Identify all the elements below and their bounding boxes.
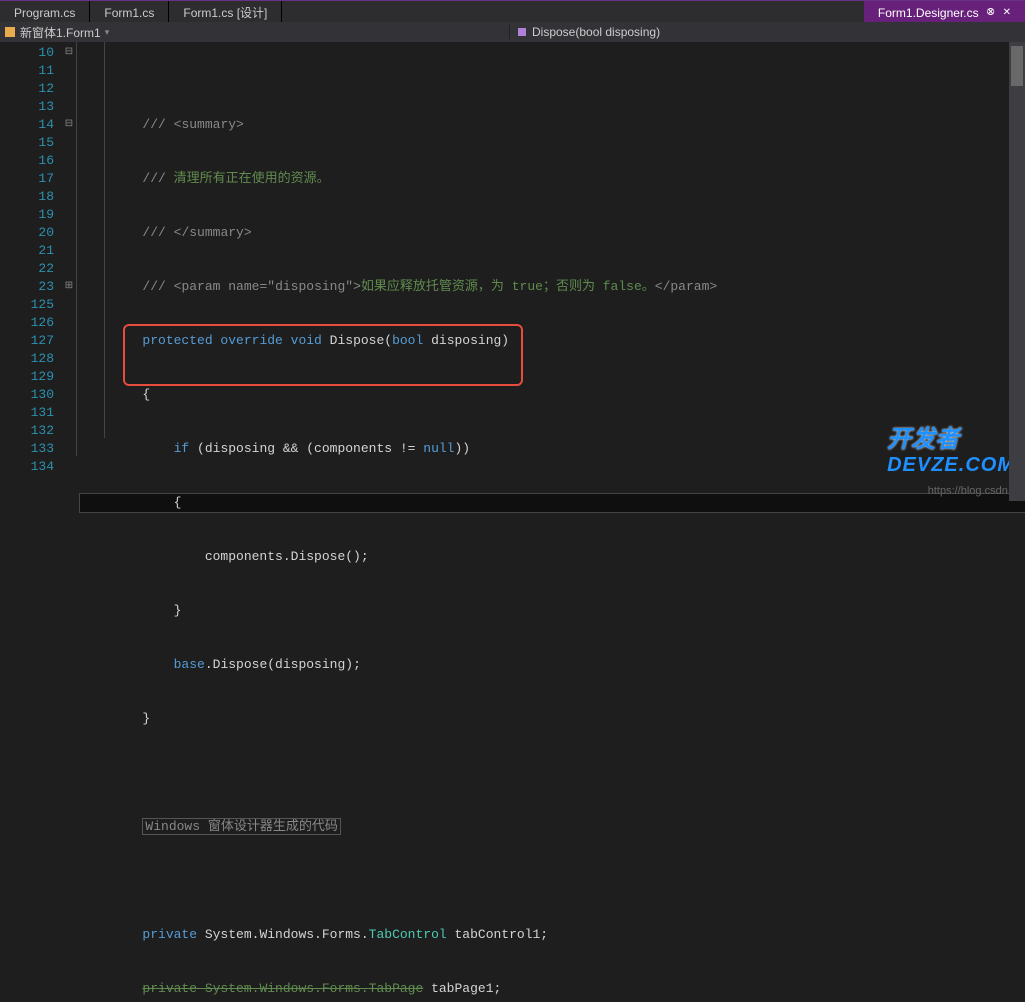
footer-url: https://blog.csdn.n	[928, 485, 1017, 497]
tab-label: Form1.cs [设计]	[183, 4, 267, 21]
pin-icon[interactable]: ⮿	[987, 7, 995, 18]
tab-label: Program.cs	[14, 6, 75, 20]
tab-program[interactable]: Program.cs	[0, 1, 90, 22]
scrollbar-thumb[interactable]	[1011, 46, 1023, 86]
vertical-scrollbar[interactable]	[1009, 42, 1025, 501]
nav-class-label: 新窗体1.Form1	[20, 24, 101, 41]
nav-member-label: Dispose(bool disposing)	[532, 25, 660, 39]
fold-toggle[interactable]: ⊟	[62, 116, 76, 134]
fold-toggle[interactable]: ⊞	[62, 278, 76, 296]
fold-toggle[interactable]: ⊟	[62, 44, 76, 62]
class-icon	[4, 26, 16, 38]
code-editor[interactable]: 1011121314151617181920212223125126127128…	[0, 42, 1025, 501]
file-tabs: Program.cs Form1.cs Form1.cs [设计] Form1.…	[0, 0, 1025, 22]
tab-form1-designer-active[interactable]: Form1.Designer.cs ⮿ ✕	[864, 1, 1025, 22]
code-area[interactable]: /// <summary> /// 清理所有正在使用的资源。 /// </sum…	[76, 42, 1025, 501]
tab-form1-design[interactable]: Form1.cs [设计]	[169, 1, 282, 22]
chevron-down-icon: ▾	[105, 27, 110, 38]
close-icon[interactable]: ✕	[1003, 7, 1011, 18]
tab-form1[interactable]: Form1.cs	[90, 1, 169, 22]
tab-label: Form1.cs	[104, 6, 154, 20]
nav-member-dropdown[interactable]: Dispose(bool disposing)	[509, 25, 1021, 39]
tab-label: Form1.Designer.cs	[878, 6, 979, 20]
method-icon	[516, 26, 528, 38]
nav-class-dropdown[interactable]: 新窗体1.Form1 ▾	[4, 24, 509, 41]
nav-bar: 新窗体1.Form1 ▾ Dispose(bool disposing)	[0, 22, 1025, 42]
fold-gutter: ⊟ ⊟ ⊞	[62, 42, 76, 501]
line-gutter: 1011121314151617181920212223125126127128…	[0, 42, 62, 501]
collapsed-region[interactable]: Windows 窗体设计器生成的代码	[142, 818, 340, 835]
